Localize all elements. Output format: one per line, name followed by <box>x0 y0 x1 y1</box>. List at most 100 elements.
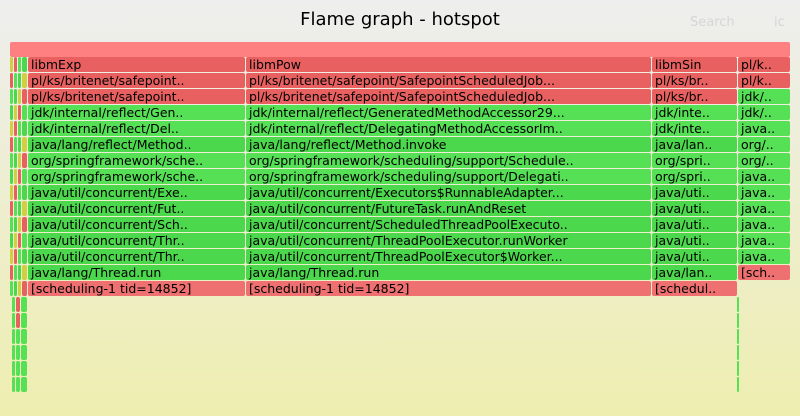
stack-frame[interactable]: java/util/concurrent/Executors$RunnableA… <box>246 185 651 200</box>
stack-frame[interactable]: pl/ks/britenet/safepoint.. <box>28 73 245 88</box>
stack-frame[interactable]: java.. <box>738 185 790 200</box>
narrow-frame[interactable] <box>737 313 739 328</box>
stack-frame[interactable]: libmSin <box>652 57 737 72</box>
stack-frame[interactable]: java/util/concurrent/ThreadPoolExecutor.… <box>246 233 651 248</box>
stack-frame[interactable]: java.. <box>738 121 790 136</box>
narrow-frame[interactable] <box>10 217 13 232</box>
narrow-frame[interactable] <box>16 313 20 328</box>
stack-frame[interactable]: pl/ks/britenet/safepoint/SafepointSchedu… <box>246 89 651 104</box>
narrow-frame[interactable] <box>10 73 13 88</box>
narrow-frame[interactable] <box>18 57 21 72</box>
narrow-frame[interactable] <box>18 105 21 120</box>
stack-frame[interactable]: jdk/inte.. <box>652 121 737 136</box>
stack-frame[interactable]: java/util/concurrent/Sch.. <box>28 217 245 232</box>
stack-frame[interactable]: java/uti.. <box>652 185 737 200</box>
narrow-frame[interactable] <box>18 185 21 200</box>
stack-frame[interactable]: java.. <box>738 233 790 248</box>
narrow-frame[interactable] <box>18 233 21 248</box>
narrow-frame[interactable] <box>16 377 20 392</box>
narrow-frame[interactable] <box>22 281 27 296</box>
stack-frame[interactable]: java/util/concurrent/Exe.. <box>28 185 245 200</box>
narrow-frame[interactable] <box>22 137 27 152</box>
narrow-frame[interactable] <box>10 57 13 72</box>
narrow-frame[interactable] <box>18 281 21 296</box>
narrow-frame[interactable] <box>22 121 27 136</box>
narrow-frame[interactable] <box>22 249 27 264</box>
narrow-frame[interactable] <box>18 73 21 88</box>
narrow-frame[interactable] <box>737 297 739 312</box>
stack-frame[interactable]: pl/ks/br.. <box>652 89 737 104</box>
narrow-frame[interactable] <box>14 121 17 136</box>
stack-frame[interactable]: libmExp <box>28 57 245 72</box>
stack-frame[interactable]: pl/ks/britenet/safepoint/SafepointSchedu… <box>246 73 651 88</box>
stack-frame[interactable]: [scheduling-1 tid=14852] <box>28 281 245 296</box>
stack-frame[interactable]: java/lan.. <box>652 137 737 152</box>
stack-frame[interactable]: java.. <box>738 169 790 184</box>
narrow-frame[interactable] <box>18 121 21 136</box>
stack-frame[interactable]: jdk/.. <box>738 89 790 104</box>
stack-frame[interactable]: org/springframework/scheduling/support/D… <box>246 169 651 184</box>
narrow-frame[interactable] <box>18 265 21 280</box>
stack-frame[interactable]: java/uti.. <box>652 249 737 264</box>
narrow-frame[interactable] <box>21 329 27 344</box>
stack-frame[interactable]: java/util/concurrent/ScheduledThreadPool… <box>246 217 651 232</box>
narrow-frame[interactable] <box>10 281 13 296</box>
stack-frame[interactable]: jdk/internal/reflect/Del.. <box>28 121 245 136</box>
narrow-frame[interactable] <box>14 217 17 232</box>
stack-frame[interactable]: java/lang/reflect/Method.invoke <box>246 137 651 152</box>
narrow-frame[interactable] <box>14 249 17 264</box>
narrow-frame[interactable] <box>12 361 15 376</box>
narrow-frame[interactable] <box>21 377 27 392</box>
stack-frame[interactable]: org/springframework/scheduling/support/S… <box>246 153 651 168</box>
narrow-frame[interactable] <box>18 137 21 152</box>
narrow-frame[interactable] <box>22 57 27 72</box>
narrow-frame[interactable] <box>737 345 739 360</box>
stack-frame[interactable]: org/springframework/sche.. <box>28 153 245 168</box>
narrow-frame[interactable] <box>22 169 27 184</box>
stack-frame[interactable]: java.. <box>738 217 790 232</box>
narrow-frame[interactable] <box>10 121 13 136</box>
narrow-frame[interactable] <box>14 57 17 72</box>
stack-frame[interactable]: java.. <box>738 249 790 264</box>
stack-frame[interactable]: java/lang/reflect/Method.. <box>28 137 245 152</box>
narrow-frame[interactable] <box>10 233 13 248</box>
narrow-frame[interactable] <box>22 105 27 120</box>
narrow-frame[interactable] <box>18 201 21 216</box>
stack-frame[interactable]: pl/k.. <box>738 73 790 88</box>
stack-frame[interactable]: [scheduling-1 tid=14852] <box>246 281 651 296</box>
stack-frame[interactable]: [schedul.. <box>652 281 737 296</box>
narrow-frame[interactable] <box>14 233 17 248</box>
narrow-frame[interactable] <box>10 185 13 200</box>
narrow-frame[interactable] <box>14 73 17 88</box>
narrow-frame[interactable] <box>10 153 13 168</box>
narrow-frame[interactable] <box>18 89 21 104</box>
stack-frame[interactable]: java/util/concurrent/Fut.. <box>28 201 245 216</box>
narrow-frame[interactable] <box>12 377 15 392</box>
stack-frame[interactable]: pl/ks/britenet/safepoint.. <box>28 89 245 104</box>
narrow-frame[interactable] <box>22 73 27 88</box>
stack-frame[interactable]: org/spri.. <box>652 169 737 184</box>
root-frame[interactable] <box>10 42 790 57</box>
narrow-frame[interactable] <box>12 297 15 312</box>
stack-frame[interactable]: java/util/concurrent/Thr.. <box>28 249 245 264</box>
narrow-frame[interactable] <box>14 201 17 216</box>
stack-frame[interactable]: [sch.. <box>738 265 790 280</box>
narrow-frame[interactable] <box>14 185 17 200</box>
narrow-frame[interactable] <box>14 105 17 120</box>
narrow-frame[interactable] <box>10 105 13 120</box>
stack-frame[interactable]: java/util/concurrent/FutureTask.runAndRe… <box>246 201 651 216</box>
narrow-frame[interactable] <box>10 265 13 280</box>
stack-frame[interactable]: java/util/concurrent/Thr.. <box>28 233 245 248</box>
narrow-frame[interactable] <box>12 313 15 328</box>
stack-frame[interactable]: jdk/internal/reflect/GeneratedMethodAcce… <box>246 105 651 120</box>
narrow-frame[interactable] <box>22 201 27 216</box>
narrow-frame[interactable] <box>10 89 13 104</box>
stack-frame[interactable]: jdk/inte.. <box>652 105 737 120</box>
narrow-frame[interactable] <box>22 217 27 232</box>
stack-frame[interactable]: jdk/.. <box>738 105 790 120</box>
stack-frame[interactable]: org/springframework/sche.. <box>28 169 245 184</box>
narrow-frame[interactable] <box>21 297 27 312</box>
narrow-frame[interactable] <box>16 345 20 360</box>
narrow-frame[interactable] <box>21 361 27 376</box>
narrow-frame[interactable] <box>22 265 27 280</box>
